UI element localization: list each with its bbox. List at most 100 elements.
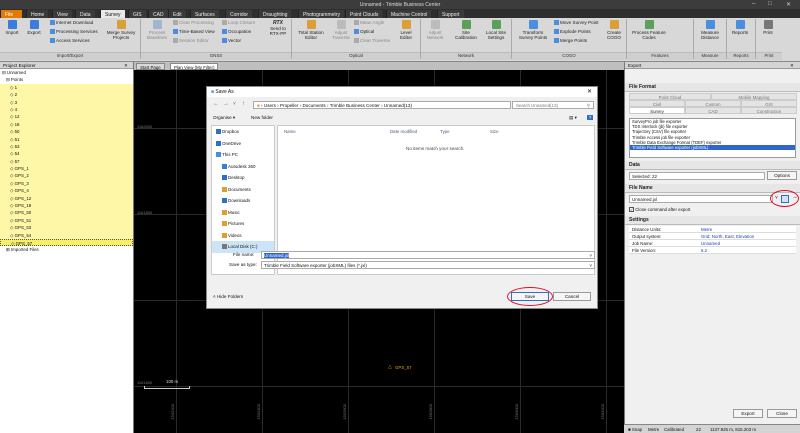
hide-folders-button[interactable]: ˄ Hide Folders (213, 294, 243, 299)
adjust-network-button[interactable]: Adjust Network (424, 20, 446, 40)
point-item[interactable]: ◇ 1 (0, 83, 133, 92)
breadcrumb-item[interactable]: Propeller (280, 103, 298, 108)
tab-support[interactable]: Support (437, 10, 464, 18)
point-item[interactable]: ◇ GPS_4 (0, 187, 133, 195)
options-button[interactable]: Options (767, 171, 797, 180)
back-icon[interactable]: ← (213, 101, 219, 107)
tree-points[interactable]: ⊟ Points (0, 76, 133, 83)
setting-row[interactable]: Job Name: Unnamed (629, 240, 796, 247)
reports-button[interactable]: Reports (729, 20, 751, 35)
new-folder-button[interactable]: New folder (251, 115, 273, 120)
up-icon[interactable]: ↑ (242, 101, 245, 107)
point-item[interactable]: ◇ GPS_18 (0, 202, 133, 210)
total-station-editor-button[interactable]: Total Station Editor (296, 20, 326, 40)
send-to-rtx-button[interactable]: RTX Send to RTX-PP (266, 20, 290, 37)
clear-traverse-button[interactable]: Clear Traverse (354, 38, 390, 44)
breadcrumb-item[interactable]: Unnamed(13) (384, 103, 412, 108)
print-button[interactable]: Print (759, 20, 777, 35)
nav-item[interactable]: Desktop (212, 172, 274, 184)
close-icon[interactable]: ✕ (124, 63, 128, 69)
session-editor-button[interactable]: Session Editor (173, 38, 209, 44)
nav-item[interactable]: OneDrive (212, 138, 274, 150)
column-size[interactable]: Size (490, 129, 499, 134)
process-feature-codes-button[interactable]: Process Feature Codes (632, 20, 666, 40)
tab-plan-view[interactable]: Plan View (My Filter) (170, 63, 219, 70)
column-type[interactable]: Type (440, 129, 450, 134)
mean-angle-button[interactable]: Mean Angle (354, 20, 384, 26)
maximize-icon[interactable]: □ (768, 1, 772, 7)
column-date-modified[interactable]: Date modified (390, 129, 417, 134)
tab-construction[interactable]: Construction (741, 107, 797, 114)
internet-download-button[interactable]: Internet Download (50, 20, 93, 26)
breadcrumb-item[interactable]: Users (264, 103, 276, 108)
access-services-button[interactable]: Access Services (50, 38, 90, 44)
transform-survey-points-button[interactable]: Transform Survey Points (516, 20, 550, 40)
setting-value[interactable]: Unnamed (701, 240, 720, 247)
tab-civil[interactable]: Civil (629, 100, 685, 107)
file-name-input[interactable]: Unnamed.jxl ˅ (261, 251, 595, 259)
tab-mobile-mapping[interactable]: Mobile Mapping (711, 93, 797, 100)
point-item[interactable]: ◇ 50 (0, 128, 133, 136)
chevron-down-icon[interactable]: ˅ (589, 262, 592, 269)
tab-point-clouds[interactable]: Point Clouds (345, 10, 383, 18)
column-name[interactable]: Name (284, 129, 296, 134)
breadcrumb-item[interactable]: Trimble Business Center (330, 103, 380, 108)
tab-draughting[interactable]: Draughting (258, 10, 292, 18)
point-item[interactable]: ◇ 2 (0, 91, 133, 99)
point-item[interactable]: ◇ 57 (0, 157, 133, 166)
export-button[interactable]: Export (24, 20, 44, 35)
tree-root[interactable]: ⊟ Unnamed (0, 69, 133, 76)
tab-corridor[interactable]: Corridor (225, 10, 253, 18)
nav-item[interactable]: Documents (212, 184, 274, 196)
search-input[interactable]: Search Unnamed(13) ⚲ (512, 101, 594, 109)
close-icon[interactable]: ✕ (786, 1, 791, 8)
loop-closure-button[interactable]: Loop Closure (222, 20, 255, 26)
tab-home[interactable]: Home (26, 10, 49, 18)
tree-imported-files[interactable]: ⊞ Imported Files (0, 246, 133, 253)
process-baselines-button[interactable]: Process Baselines (144, 20, 170, 40)
help-icon[interactable]: ? (587, 115, 593, 120)
import-button[interactable]: Import (3, 20, 21, 35)
point-item[interactable]: ◇ 4 (0, 105, 133, 114)
setting-value[interactable]: Grid: North, East, Elevation (701, 233, 754, 240)
format-item[interactable]: Trimble Field Software exporter (jobXML) (630, 144, 795, 151)
tab-photogrammetry[interactable]: Photogrammetry (298, 10, 344, 18)
tab-gis[interactable]: GIS (741, 100, 797, 107)
setting-row[interactable]: Distance Units: Metre (629, 226, 796, 233)
tab-file[interactable]: File (0, 10, 22, 18)
measure-distance-button[interactable]: Measure Distance (696, 20, 724, 40)
nav-item[interactable]: Dropbox (212, 126, 274, 138)
optical-button[interactable]: Optical (354, 29, 374, 35)
tab-view[interactable]: View (52, 10, 72, 18)
point-item[interactable]: ◇ GPS_2 (0, 172, 133, 180)
setting-row[interactable]: File Version: 5.2 (629, 247, 796, 254)
point-item[interactable]: ◇ 54 (0, 150, 133, 158)
merge-points-button[interactable]: Merge Points (554, 38, 587, 44)
point-item[interactable]: ◇ GPS_1 (0, 165, 133, 173)
tab-gis[interactable]: GIS (128, 10, 146, 18)
nav-item[interactable]: This PC (212, 149, 274, 161)
site-calibration-button[interactable]: Site Calibration (452, 20, 480, 40)
point-item[interactable]: ◇ GPS_57 (0, 238, 133, 247)
create-cogo-button[interactable]: Create COGO (604, 20, 624, 40)
tab-cad[interactable]: CAD (148, 10, 168, 18)
adjust-traverse-button[interactable]: Adjust Traverse (330, 20, 352, 40)
move-survey-point-button[interactable]: Move Survey Point (554, 20, 599, 26)
processing-services-button[interactable]: Processing Services (50, 29, 98, 35)
explode-points-button[interactable]: Explode Points (554, 29, 591, 35)
view-options-icon[interactable]: ▤ ▾ (569, 115, 577, 121)
setting-row[interactable]: Output system: Grid: North, East, Elevati… (629, 233, 796, 240)
close-icon[interactable]: ✕ (790, 63, 794, 69)
point-item[interactable]: ◇ GPS_12 (0, 194, 133, 203)
point-item[interactable]: ◇ 12 (0, 113, 133, 121)
setting-value[interactable]: 5.2 (701, 247, 707, 254)
local-site-settings-button[interactable]: Local Site Settings (484, 20, 508, 40)
merge-survey-projects-button[interactable]: Merge Survey Projects (104, 20, 138, 40)
nav-item[interactable]: Pictures (212, 218, 274, 230)
tab-cad[interactable]: CAD (685, 107, 741, 114)
breadcrumb-item[interactable]: Documents (302, 103, 325, 108)
close-button[interactable]: Close (767, 409, 797, 418)
organise-button[interactable]: Organise ▾ (213, 115, 235, 121)
point-item[interactable]: ◇ GPS_54 (0, 231, 133, 239)
recent-icon[interactable]: ˅ (233, 101, 236, 107)
